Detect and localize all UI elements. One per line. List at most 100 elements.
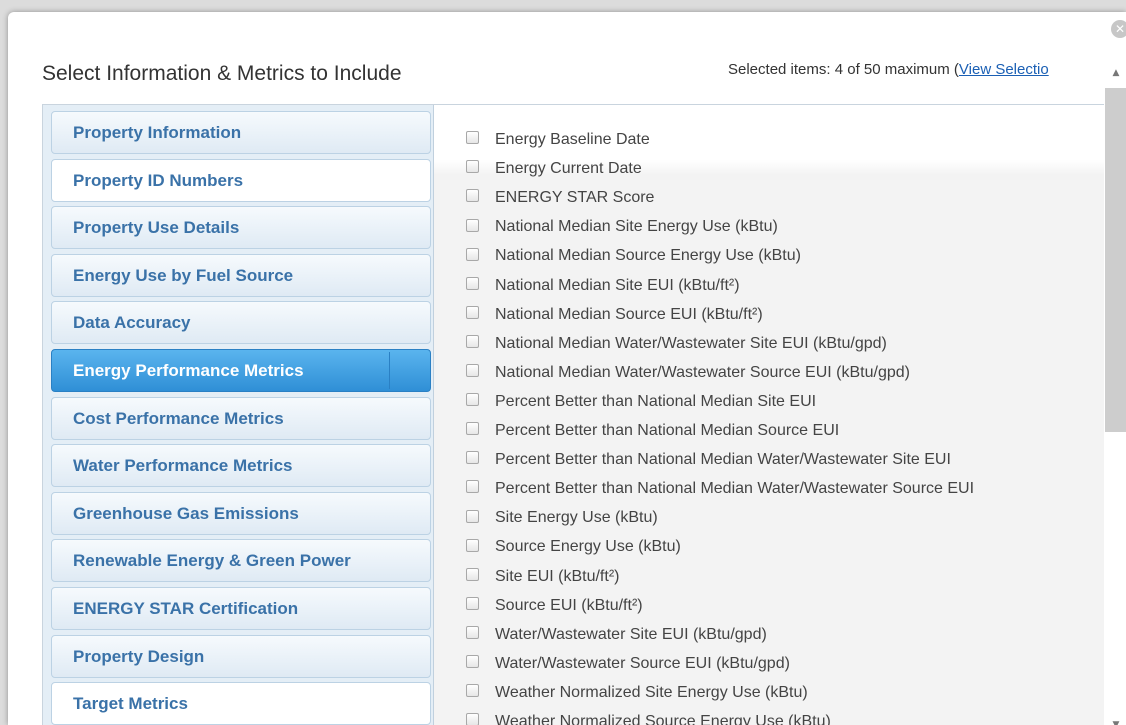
metric-label: Water/Wastewater Source EUI (kBtu/gpd) [495, 654, 790, 672]
metric-label: Percent Better than National Median Wate… [495, 480, 975, 498]
metric-checkbox[interactable] [466, 131, 479, 145]
metric-label: Percent Better than National Median Wate… [495, 451, 951, 469]
metric-checkbox[interactable] [466, 655, 479, 669]
metric-item[interactable]: Weather Normalized Site Energy Use (kBtu… [466, 680, 808, 706]
category-item[interactable]: Renewable Energy & Green Power [51, 539, 431, 583]
metric-item[interactable]: Percent Better than National Median Wate… [466, 476, 974, 502]
metric-item[interactable]: National Median Water/Wastewater Site EU… [466, 331, 887, 357]
metrics-panel: Property Information Property ID Numbers P… [42, 104, 1126, 725]
metric-label: National Median Source EUI (kBtu/ft²) [495, 305, 763, 323]
view-selection-link[interactable]: View Selectio [959, 61, 1049, 78]
metric-label: National Median Site EUI (kBtu/ft²) [495, 276, 740, 294]
metric-checkbox[interactable] [466, 684, 479, 698]
metric-label: National Median Source Energy Use (kBtu) [495, 247, 801, 265]
metric-item[interactable]: Percent Better than National Median Sour… [466, 418, 839, 444]
metric-checkbox[interactable] [466, 305, 479, 319]
metric-label: Source EUI (kBtu/ft²) [495, 596, 643, 614]
metric-checkbox[interactable] [466, 276, 479, 290]
metric-checkbox[interactable] [466, 596, 479, 610]
metric-label: Weather Normalized Site Energy Use (kBtu… [495, 683, 808, 701]
category-item[interactable]: Energy Performance Metrics [51, 349, 431, 392]
category-item[interactable]: Property ID Numbers [51, 158, 431, 202]
category-label: Energy Use by Fuel Source [73, 265, 294, 285]
category-label: Energy Performance Metrics [73, 361, 304, 380]
scrollbar-thumb[interactable] [1105, 88, 1126, 432]
category-item[interactable]: Water Performance Metrics [51, 444, 431, 488]
category-item[interactable]: Property Use Details [51, 206, 431, 250]
metric-item[interactable]: National Median Source Energy Use (kBtu) [466, 243, 801, 269]
selected-items-status: Selected items: 4 of 50 maximum (View Se… [728, 61, 1049, 78]
metric-item[interactable]: Energy Current Date [466, 156, 642, 182]
category-label: Property Information [73, 123, 242, 142]
metric-item[interactable]: Water/Wastewater Site EUI (kBtu/gpd) [466, 622, 767, 648]
metric-item[interactable]: Percent Better than National Median Site… [466, 389, 816, 415]
metric-checkbox[interactable] [466, 422, 479, 436]
category-label: Greenhouse Gas Emissions [73, 503, 299, 523]
metric-label: Site EUI (kBtu/ft²) [495, 567, 620, 585]
category-item[interactable]: Property Information [51, 111, 431, 154]
metric-checkbox[interactable] [466, 334, 479, 348]
selected-count-text: Selected items: 4 of 50 maximum ( [728, 61, 959, 78]
metric-checkbox[interactable] [466, 393, 479, 407]
category-item[interactable]: Greenhouse Gas Emissions [51, 491, 431, 535]
metric-label: National Median Site Energy Use (kBtu) [495, 218, 778, 236]
category-item[interactable]: Data Accuracy [51, 301, 431, 345]
metric-item[interactable]: Site Energy Use (kBtu) [466, 505, 658, 531]
metric-label: National Median Water/Wastewater Source … [495, 363, 910, 381]
active-divider [389, 352, 390, 389]
category-label: ENERGY STAR Certification [73, 599, 299, 618]
metric-checkbox[interactable] [466, 160, 479, 174]
metric-checkbox[interactable] [466, 247, 479, 261]
category-label: Property Design [73, 646, 205, 666]
category-item[interactable]: Cost Performance Metrics [51, 396, 431, 440]
metric-item[interactable]: Energy Baseline Date [466, 127, 650, 153]
category-label: Water Performance Metrics [73, 456, 293, 476]
metric-label: Water/Wastewater Site EUI (kBtu/gpd) [495, 625, 767, 643]
category-item[interactable]: Energy Use by Fuel Source [51, 253, 431, 297]
select-metrics-dialog: Select Information & Metrics to Include … [8, 12, 1126, 725]
metric-checkbox[interactable] [466, 713, 479, 725]
metric-item[interactable]: National Median Water/Wastewater Source … [466, 360, 910, 386]
metric-checkbox[interactable] [466, 364, 479, 378]
metric-checkbox[interactable] [466, 625, 479, 639]
metric-label: National Median Water/Wastewater Site EU… [495, 334, 887, 352]
category-label: Cost Performance Metrics [73, 408, 284, 428]
metric-checkbox[interactable] [466, 451, 479, 465]
metric-item[interactable]: Weather Normalized Source Energy Use (kB… [466, 709, 831, 725]
metric-item[interactable]: National Median Site EUI (kBtu/ft²) [466, 273, 740, 299]
metric-item[interactable]: Percent Better than National Median Wate… [466, 447, 951, 473]
metric-item[interactable]: Water/Wastewater Source EUI (kBtu/gpd) [466, 651, 790, 677]
category-item[interactable]: Target Metrics [51, 682, 431, 725]
metric-checkbox[interactable] [466, 218, 479, 232]
metric-item[interactable]: National Median Source EUI (kBtu/ft²) [466, 302, 763, 328]
category-label: Renewable Energy & Green Power [73, 551, 351, 571]
metrics-checklist: Energy Baseline Date Energy Current Date E… [434, 105, 1106, 725]
metric-label: Weather Normalized Source Energy Use (kB… [495, 713, 831, 725]
metric-checkbox[interactable] [466, 538, 479, 552]
metric-checkbox[interactable] [466, 480, 479, 494]
metric-item[interactable]: Source EUI (kBtu/ft²) [466, 593, 643, 619]
scroll-up-icon[interactable]: ▲ [1111, 68, 1121, 78]
metric-item[interactable]: Source Energy Use (kBtu) [466, 534, 681, 560]
metric-checkbox[interactable] [466, 567, 479, 581]
close-icon[interactable]: ✕ [1111, 20, 1126, 38]
category-item[interactable]: Property Design [51, 634, 431, 678]
metric-label: Energy Baseline Date [495, 131, 650, 148]
category-label: Property ID Numbers [73, 170, 244, 190]
scroll-down-icon[interactable]: ▼ [1111, 720, 1121, 725]
category-label: Property Use Details [73, 218, 240, 238]
metric-checkbox[interactable] [466, 189, 479, 203]
metric-checkbox[interactable] [466, 509, 479, 523]
category-item[interactable]: ENERGY STAR Certification [51, 587, 431, 630]
category-label: Target Metrics [73, 694, 188, 714]
metric-item[interactable]: National Median Site Energy Use (kBtu) [466, 214, 778, 240]
category-label: Data Accuracy [73, 313, 191, 333]
dialog-title: Select Information & Metrics to Include [42, 62, 402, 85]
metric-item[interactable]: ENERGY STAR Score [466, 185, 654, 211]
vertical-scrollbar[interactable]: ▲ ▼ [1104, 62, 1126, 725]
metric-label: Energy Current Date [495, 160, 642, 178]
metric-label: Source Energy Use (kBtu) [495, 538, 681, 556]
metric-item[interactable]: Site EUI (kBtu/ft²) [466, 564, 619, 590]
metric-label: Site Energy Use (kBtu) [495, 509, 658, 527]
metric-label: Percent Better than National Median Site… [495, 392, 817, 410]
